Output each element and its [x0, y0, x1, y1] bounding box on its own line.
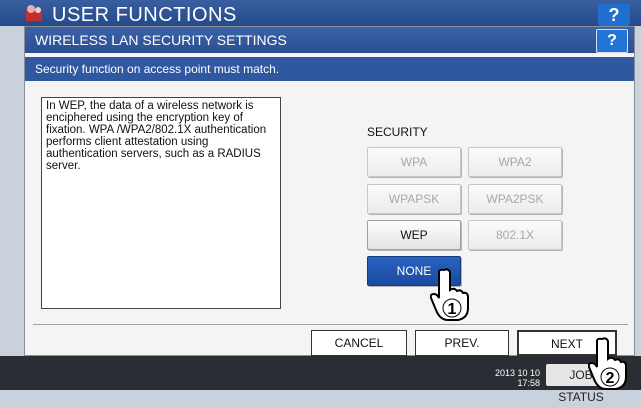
- clock-date: 2013 10 10: [494, 368, 540, 378]
- user-functions-icon: [26, 5, 42, 21]
- dialog-help-button[interactable]: ?: [596, 29, 628, 53]
- wpapsk-button[interactable]: WPAPSK: [367, 184, 461, 214]
- wpa-button[interactable]: WPA: [367, 147, 461, 177]
- prev-button[interactable]: PREV.: [415, 330, 509, 356]
- dialog-titlebar: WIRELESS LAN SECURITY SETTINGS ?: [25, 27, 634, 53]
- description-box: In WEP, the data of a wireless network i…: [41, 97, 281, 309]
- wireless-lan-security-dialog: WIRELESS LAN SECURITY SETTINGS ? Securit…: [24, 26, 635, 356]
- background-title: USER FUNCTIONS: [52, 4, 237, 26]
- divider: [33, 324, 628, 325]
- clock: 2013 10 10 17:58: [490, 368, 540, 388]
- background-help-button[interactable]: ?: [598, 4, 630, 26]
- message-text: Security function on access point must m…: [35, 62, 280, 76]
- message-bar: Security function on access point must m…: [25, 57, 634, 81]
- dialog-title: WIRELESS LAN SECURITY SETTINGS: [35, 32, 287, 48]
- callout-1-label: 1: [448, 301, 457, 318]
- wpa2-button[interactable]: WPA2: [468, 147, 562, 177]
- wpa2psk-button[interactable]: WPA2PSK: [468, 184, 562, 214]
- wep-button[interactable]: WEP: [367, 220, 461, 250]
- callout-2-label: 2: [606, 370, 615, 387]
- 802-1x-button[interactable]: 802.1X: [468, 220, 562, 250]
- cancel-button[interactable]: CANCEL: [311, 330, 407, 356]
- clock-time: 17:58: [517, 378, 540, 388]
- security-label: SECURITY: [367, 125, 428, 139]
- pointing-hand-icon-2: 2: [588, 337, 627, 390]
- bottom-status-bar: [0, 356, 641, 390]
- pointing-hand-icon: 1: [430, 268, 469, 321]
